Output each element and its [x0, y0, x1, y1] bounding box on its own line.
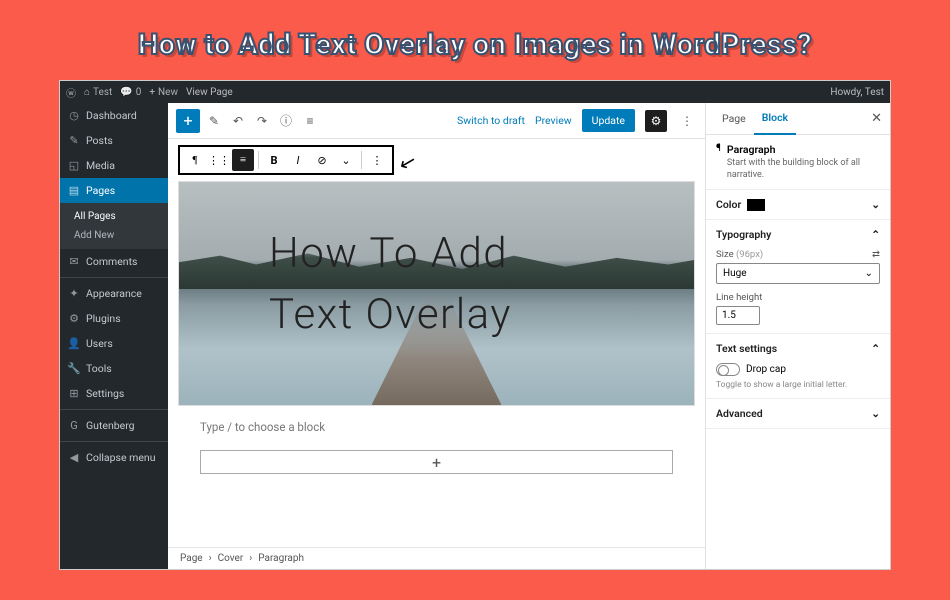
- sidebar-item-dashboard[interactable]: ◷Dashboard: [60, 103, 168, 128]
- italic-button[interactable]: I: [287, 149, 309, 171]
- chevron-down-icon: ⌄: [871, 198, 880, 211]
- close-panel-icon[interactable]: ✕: [871, 111, 882, 126]
- paragraph-block-icon: ¶: [716, 143, 721, 154]
- dropcap-label: Drop cap: [746, 364, 786, 375]
- block-placeholder[interactable]: Type / to choose a block: [178, 406, 695, 448]
- text-settings-section: Text settings⌃ Drop cap Toggle to show a…: [706, 334, 890, 399]
- undo-icon[interactable]: ↶: [228, 111, 248, 131]
- breadcrumb: Page› Cover› Paragraph: [168, 547, 705, 569]
- sidebar-submenu: All Pages Add New: [60, 203, 168, 249]
- tab-page[interactable]: Page: [714, 112, 754, 125]
- admin-sidebar: ◷Dashboard ✎Posts ◱Media ▤Pages All Page…: [60, 81, 168, 569]
- wp-logo-icon[interactable]: ⓦ: [66, 85, 76, 100]
- howdy-user[interactable]: Howdy, Test: [830, 87, 884, 98]
- overlay-text[interactable]: How To Add Text Overlay: [269, 224, 512, 346]
- wp-admin-bar: ⓦ ⌂ Test 💬 0 + New View Page Howdy, Test: [60, 81, 890, 103]
- switch-draft-link[interactable]: Switch to draft: [457, 114, 525, 127]
- sidebar-item-media[interactable]: ◱Media: [60, 153, 168, 178]
- block-format-toolbar: ¶ ⋮⋮ ≡ B I ⊘ ⌄ ⋮: [178, 145, 394, 175]
- sidebar-item-pages[interactable]: ▤Pages: [60, 178, 168, 203]
- block-name: Paragraph: [727, 143, 880, 156]
- typography-section: Typography⌃ Size (96px)⇄ Huge⌄ Line heig…: [706, 220, 890, 334]
- editor-toolbar: + ✎ ↶ ↷ ⓘ ≡ Switch to draft Preview Upda…: [168, 103, 705, 139]
- media-icon: ◱: [68, 159, 80, 172]
- sidebar-item-settings[interactable]: ⊞Settings: [60, 381, 168, 406]
- dropcap-hint: Toggle to show a large initial letter.: [716, 380, 880, 390]
- dashboard-icon: ◷: [68, 109, 80, 122]
- posts-icon: ✎: [68, 134, 80, 147]
- edit-icon[interactable]: ✎: [204, 111, 224, 131]
- redo-icon[interactable]: ↷: [252, 111, 272, 131]
- chevron-down-icon: ⌄: [865, 268, 873, 279]
- view-page-link[interactable]: View Page: [186, 87, 233, 98]
- more-menu-icon[interactable]: ⋮: [677, 111, 697, 131]
- paragraph-type-icon[interactable]: ¶: [184, 149, 206, 171]
- annotation-arrow-icon: ↙: [397, 148, 419, 176]
- collapse-menu[interactable]: ◀Collapse menu: [60, 445, 168, 470]
- title-text: How to Add Text Overlay on Images in Wor…: [20, 28, 930, 62]
- plugins-icon: ⚙: [68, 312, 80, 325]
- link-button[interactable]: ⊘: [311, 149, 333, 171]
- site-link[interactable]: ⌂ Test: [84, 87, 112, 98]
- editor-column: + ✎ ↶ ↷ ⓘ ≡ Switch to draft Preview Upda…: [168, 103, 705, 569]
- tools-icon: 🔧: [68, 362, 80, 375]
- line-height-input[interactable]: [716, 306, 760, 325]
- submenu-add-new[interactable]: Add New: [60, 226, 168, 245]
- new-link[interactable]: + New: [149, 87, 178, 98]
- sidebar-item-tools[interactable]: 🔧Tools: [60, 356, 168, 381]
- cover-block[interactable]: How To Add Text Overlay: [178, 181, 695, 406]
- drag-handle-icon[interactable]: ⋮⋮: [208, 149, 230, 171]
- more-format-icon[interactable]: ⌄: [335, 149, 357, 171]
- collapse-icon: ◀: [68, 451, 80, 464]
- preview-link[interactable]: Preview: [535, 114, 572, 127]
- settings-panel: Page Block ✕ ¶ Paragraph Start with the …: [705, 103, 890, 569]
- editor-canvas: How To Add Text Overlay Type / to choose…: [168, 181, 705, 547]
- settings-gear-button[interactable]: ⚙: [645, 110, 667, 132]
- chevron-down-icon: ⌄: [871, 407, 880, 420]
- wp-editor-screenshot: ⓦ ⌂ Test 💬 0 + New View Page Howdy, Test…: [59, 80, 891, 570]
- dropcap-toggle[interactable]: [716, 363, 740, 376]
- chevron-up-icon[interactable]: ⌃: [871, 342, 880, 355]
- outline-icon[interactable]: ≡: [300, 111, 320, 131]
- info-icon[interactable]: ⓘ: [276, 111, 296, 131]
- size-settings-icon[interactable]: ⇄: [872, 249, 880, 260]
- update-button[interactable]: Update: [582, 109, 635, 132]
- pages-icon: ▤: [68, 184, 80, 197]
- bold-button[interactable]: B: [263, 149, 285, 171]
- comments-link[interactable]: 💬 0: [120, 87, 141, 98]
- align-button[interactable]: ≡: [232, 149, 254, 171]
- sidebar-item-appearance[interactable]: ✦Appearance: [60, 281, 168, 306]
- comments-icon: ✉: [68, 255, 80, 268]
- line-height-label: Line height: [716, 292, 880, 303]
- sidebar-item-gutenberg[interactable]: GGutenberg: [60, 413, 168, 438]
- add-block-button[interactable]: +: [176, 109, 200, 133]
- color-swatch: [747, 199, 765, 211]
- article-title: How to Add Text Overlay on Images in Wor…: [0, 0, 950, 80]
- submenu-all-pages[interactable]: All Pages: [60, 207, 168, 226]
- sidebar-item-comments[interactable]: ✉Comments: [60, 249, 168, 274]
- appearance-icon: ✦: [68, 287, 80, 300]
- crumb-paragraph[interactable]: Paragraph: [258, 553, 304, 564]
- tab-block[interactable]: Block: [754, 103, 796, 135]
- color-section[interactable]: Color⌄: [706, 190, 890, 220]
- chevron-up-icon[interactable]: ⌃: [871, 228, 880, 241]
- panel-tabs: Page Block ✕: [706, 103, 890, 135]
- sidebar-item-posts[interactable]: ✎Posts: [60, 128, 168, 153]
- sidebar-item-plugins[interactable]: ⚙Plugins: [60, 306, 168, 331]
- editor-main: + ✎ ↶ ↷ ⓘ ≡ Switch to draft Preview Upda…: [168, 81, 890, 569]
- gutenberg-icon: G: [68, 419, 80, 432]
- block-more-icon[interactable]: ⋮: [366, 149, 388, 171]
- block-format-toolbar-wrap: ¶ ⋮⋮ ≡ B I ⊘ ⌄ ⋮ ↙: [168, 139, 705, 181]
- advanced-section[interactable]: Advanced⌄: [706, 399, 890, 429]
- block-desc: Start with the building block of all nar…: [727, 158, 880, 181]
- font-size-select[interactable]: Huge⌄: [716, 263, 880, 284]
- crumb-page[interactable]: Page: [180, 553, 203, 564]
- users-icon: 👤: [68, 337, 80, 350]
- crumb-cover[interactable]: Cover: [218, 553, 244, 564]
- settings-icon: ⊞: [68, 387, 80, 400]
- block-info-section: ¶ Paragraph Start with the building bloc…: [706, 135, 890, 190]
- add-block-inline-button[interactable]: +: [200, 450, 673, 474]
- sidebar-item-users[interactable]: 👤Users: [60, 331, 168, 356]
